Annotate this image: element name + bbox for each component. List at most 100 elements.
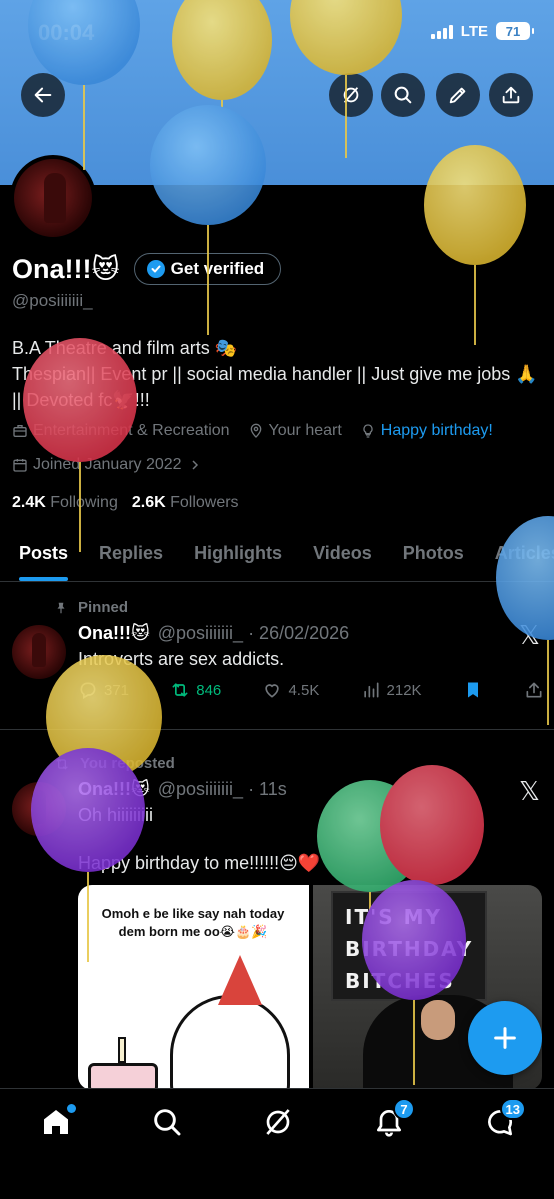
tab-highlights[interactable]: Highlights <box>182 530 294 581</box>
follow-counts: 2.4K Following 2.6K Followers <box>12 494 239 512</box>
share-button[interactable] <box>489 73 533 117</box>
location-item: Your heart <box>248 422 342 440</box>
search-icon <box>154 1109 181 1136</box>
post-avatar[interactable] <box>12 625 66 679</box>
plus-icon <box>494 1027 516 1049</box>
post-actions: 371 846 4.5K 212K <box>78 680 544 700</box>
location-pin-icon <box>250 423 261 438</box>
post-author-name[interactable]: Ona!!!😻 <box>78 623 150 644</box>
status-time: 00:04 <box>38 20 95 45</box>
pinned-context: Pinned <box>54 599 128 616</box>
views-count: 212K <box>386 681 422 699</box>
profile-handle: @posiiiiiii_ <box>12 291 93 310</box>
grok-button[interactable] <box>329 73 373 117</box>
verified-badge-icon <box>146 260 165 278</box>
notifications-badge: 7 <box>393 1098 415 1120</box>
post-header: Ona!!!😻 @posiiiiiii_ · 11s <box>78 779 287 800</box>
views-button[interactable]: 212K <box>361 680 422 700</box>
joined-row[interactable]: Joined January 2022 <box>12 456 203 474</box>
tab-replies[interactable]: Replies <box>87 530 175 581</box>
profile-meta: Entertainment & Recreation Your heart Ha… <box>12 422 493 440</box>
calendar-icon <box>13 459 27 472</box>
post-text-line-2: Happy birthday to me!!!!!!😔❤️ <box>78 853 321 873</box>
nav-messages[interactable]: 13 <box>484 1098 526 1138</box>
compose-button[interactable] <box>468 1001 542 1075</box>
tab-videos[interactable]: Videos <box>301 530 384 581</box>
share-icon <box>502 86 520 104</box>
post-media[interactable]: Omoh e be like say nah today dem born me… <box>78 885 542 1090</box>
location-label: Your heart <box>268 422 342 439</box>
back-button[interactable] <box>21 73 65 117</box>
search-button[interactable] <box>381 73 425 117</box>
followers-link[interactable]: 2.6K Followers <box>132 494 239 512</box>
following-label: Following <box>50 494 118 511</box>
post-divider <box>0 729 554 730</box>
reply-button[interactable]: 371 <box>78 680 129 700</box>
post-share-button[interactable] <box>524 680 544 700</box>
nav-search[interactable] <box>151 1106 183 1138</box>
followers-count: 2.6K <box>131 494 166 511</box>
arrow-left-icon <box>34 87 52 103</box>
category-item: Entertainment & Recreation <box>12 422 230 440</box>
views-chart-icon <box>363 682 379 698</box>
pin-icon <box>57 602 65 613</box>
repost-icon <box>172 683 188 697</box>
profile-bio: B.A Theatre and film arts 🎭 Thespian|| E… <box>12 335 544 413</box>
like-count: 4.5K <box>288 681 320 699</box>
tab-articles[interactable]: Articles <box>483 530 554 581</box>
repost-icon <box>56 757 68 770</box>
followers-label: Followers <box>170 494 239 511</box>
repost-button[interactable]: 846 <box>170 680 221 700</box>
post-author-name[interactable]: Ona!!!😻 <box>78 779 150 800</box>
name-row: Ona!!!😻 Get verified <box>12 253 282 285</box>
x-logo-icon[interactable]: 𝕏 <box>519 776 540 807</box>
bottom-nav: 7 13 <box>0 1088 554 1199</box>
joined-item[interactable]: Joined January 2022 <box>12 456 203 474</box>
joined-label: Joined January 2022 <box>33 456 182 473</box>
repost-label: You reposted <box>80 755 175 772</box>
briefcase-icon <box>13 425 27 437</box>
battery-icon: 71 <box>496 22 534 40</box>
website-item[interactable]: Happy birthday! <box>360 422 493 440</box>
profile-tabs: Posts Replies Highlights Videos Photos A… <box>0 530 554 582</box>
nav-home[interactable] <box>40 1104 76 1138</box>
network-label: LTE <box>460 22 488 40</box>
following-link[interactable]: 2.4K Following <box>12 494 118 512</box>
post-avatar[interactable] <box>12 782 66 836</box>
tab-photos[interactable]: Photos <box>391 530 476 581</box>
status-bar: 00:04 LTE 71 <box>0 0 554 64</box>
chevron-right-icon <box>192 460 198 470</box>
repost-context: You reposted <box>54 755 175 772</box>
grok-icon <box>343 87 359 103</box>
website-link[interactable]: Happy birthday! <box>381 422 493 440</box>
post-text: Introverts are sex addicts. <box>78 649 285 669</box>
get-verified-label: Get verified <box>170 259 265 278</box>
messages-badge: 13 <box>499 1098 526 1120</box>
status-right: LTE 71 <box>430 22 534 40</box>
bookmark-button[interactable] <box>463 680 483 700</box>
nav-notifications[interactable]: 7 <box>373 1098 415 1138</box>
reply-icon <box>80 682 96 699</box>
bookmark-icon <box>467 682 478 698</box>
following-count: 2.4K <box>12 494 46 511</box>
category-label: Entertainment & Recreation <box>33 422 230 439</box>
edit-button[interactable] <box>436 73 480 117</box>
like-button[interactable]: 4.5K <box>262 680 319 700</box>
media-image-meme[interactable]: Omoh e be like say nah today dem born me… <box>78 885 309 1090</box>
nav-grok[interactable] <box>262 1106 294 1138</box>
signal-icon <box>430 23 453 39</box>
repost-count: 846 <box>196 681 222 699</box>
pinned-label: Pinned <box>78 599 129 616</box>
post-handle-time: @posiiiiiii_ · 26/02/2026 <box>157 623 350 643</box>
heart-icon <box>265 684 280 698</box>
lightbulb-icon <box>363 424 373 438</box>
get-verified-button[interactable]: Get verified <box>133 253 282 285</box>
pencil-icon <box>449 87 466 104</box>
profile-avatar[interactable] <box>10 155 96 241</box>
post-text-line-1: Oh hiiiiiiiii <box>78 805 154 825</box>
home-dot <box>67 1104 76 1113</box>
media-sign: IT'S MY BIRTHDAY BITCHES <box>331 891 487 1001</box>
tab-posts[interactable]: Posts <box>7 530 80 581</box>
grok-icon <box>266 1109 290 1135</box>
x-logo-icon[interactable]: 𝕏 <box>519 620 540 651</box>
